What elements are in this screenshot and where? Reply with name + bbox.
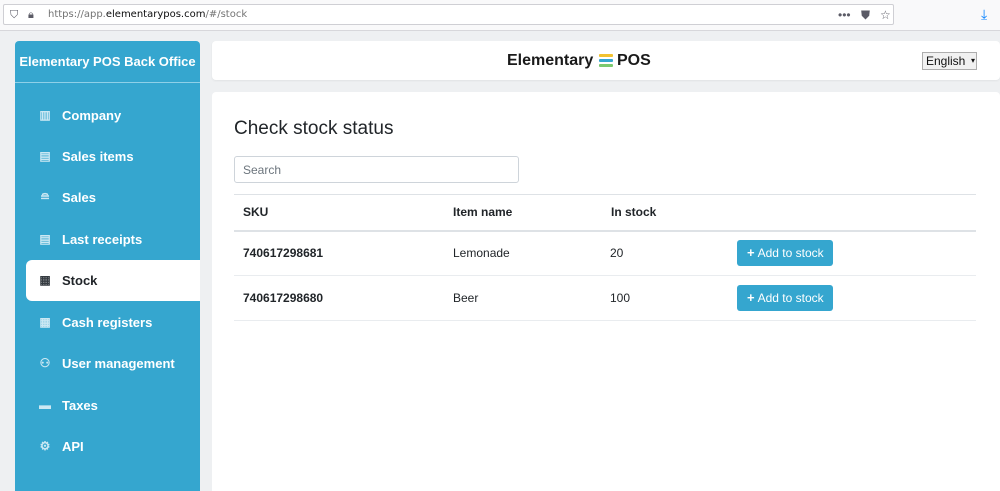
add-to-stock-label: Add to stock [757,246,824,261]
plus-icon: + [747,290,755,305]
sidebar-item-label: Last receipts [62,232,143,247]
chevron-down-icon: ▾ [970,56,975,65]
clipboard-icon: ▤ [39,149,51,163]
add-to-stock-button[interactable]: + Add to stock [737,285,833,311]
cell-sku: 740617298681 [234,230,444,276]
column-header-item-name: Item name [444,194,602,232]
cell-in-stock: 20 [602,230,728,276]
sidebar-item-label: Sales [62,190,96,205]
add-to-stock-button[interactable]: + Add to stock [737,240,833,267]
plus-icon: + [747,245,755,261]
url-text[interactable]: https://app.elementarypos.com/#/stock [48,9,247,21]
sidebar-item-sales-items[interactable]: ▤ Sales items [26,136,200,177]
sidebar-item-sales[interactable]: ≘ Sales [26,177,200,218]
sidebar-item-label: Stock [62,273,98,288]
address-bar[interactable]: ⛉ 🔒︎ https://app.elementarypos.com/#/sto… [3,4,894,25]
page-title: Check stock status [234,118,394,139]
calculator-icon: ▦ [39,315,51,329]
sidebar-title: Elementary POS Back Office [15,41,200,83]
sidebar-item-label: Taxes [62,398,98,413]
sidebar-item-user-management[interactable]: ⚇ User management [26,343,200,384]
language-value: English [926,54,966,68]
bookmark-star-icon[interactable]: ☆ [880,8,891,22]
cell-item-name: Beer [444,275,602,321]
coins-icon: ≘ [39,190,51,204]
top-header: Elementary POS English ▾ [212,41,1000,80]
sidebar-item-label: Company [62,108,122,123]
cell-item-name: Lemonade [444,230,602,276]
users-icon: ⚇ [39,356,51,370]
browser-toolbar: ⛉ 🔒︎ https://app.elementarypos.com/#/sto… [0,0,1000,31]
pocket-icon[interactable]: ⛊ [861,8,870,22]
lock-icon[interactable]: 🔒︎ [28,8,34,22]
logo-stripes-icon [599,54,613,68]
column-header-sku: SKU [234,194,444,232]
sidebar-item-stock[interactable]: ▦ Stock [26,260,200,301]
sidebar-item-label: Cash registers [62,315,153,330]
receipt-icon: ▤ [39,232,51,246]
sidebar-item-last-receipts[interactable]: ▤ Last receipts [26,219,200,260]
warehouse-icon: ▦ [39,273,51,287]
search-input[interactable] [234,156,519,183]
sidebar-item-taxes[interactable]: ▬ Taxes [26,385,200,426]
sidebar-item-company[interactable]: ▥ Company [26,95,200,136]
column-header-action [728,194,976,232]
download-arrow-icon[interactable]: ⤓ [981,7,987,21]
main-panel: Check stock status SKU Item name In stoc… [212,92,1000,491]
sidebar-item-api[interactable]: ⚙ API [26,426,200,467]
sidebar-item-cash-registers[interactable]: ▦ Cash registers [26,302,200,343]
sidebar-item-label: API [62,439,84,454]
sidebar-item-label: User management [62,356,175,371]
sidebar: Elementary POS Back Office ▥ Company ▤ S… [15,41,200,491]
more-dots-icon[interactable]: ••• [838,8,851,22]
gear-icon: ⚙ [39,439,51,453]
cell-in-stock: 100 [602,275,728,321]
building-icon: ▥ [39,108,51,122]
logo-text-left: Elementary [507,52,594,69]
table-row: 740617298680 Beer 100 + Add to stock [234,275,976,321]
cell-action: + Add to stock [728,275,976,321]
stock-table: SKU Item name In stock 740617298681 Lemo… [234,194,976,321]
add-to-stock-label: Add to stock [757,291,824,305]
language-select[interactable]: English ▾ [922,52,977,70]
cell-action: + Add to stock [728,230,976,276]
cell-sku: 740617298680 [234,275,444,321]
column-header-in-stock: In stock [602,194,728,232]
briefcase-icon: ▬ [39,398,51,412]
sidebar-item-label: Sales items [62,149,134,164]
shield-icon[interactable]: ⛉ [10,8,18,22]
table-header-row: SKU Item name In stock [234,194,976,232]
logo-text-right: POS [617,52,651,69]
table-row: 740617298681 Lemonade 20 + Add to stock [234,230,976,276]
